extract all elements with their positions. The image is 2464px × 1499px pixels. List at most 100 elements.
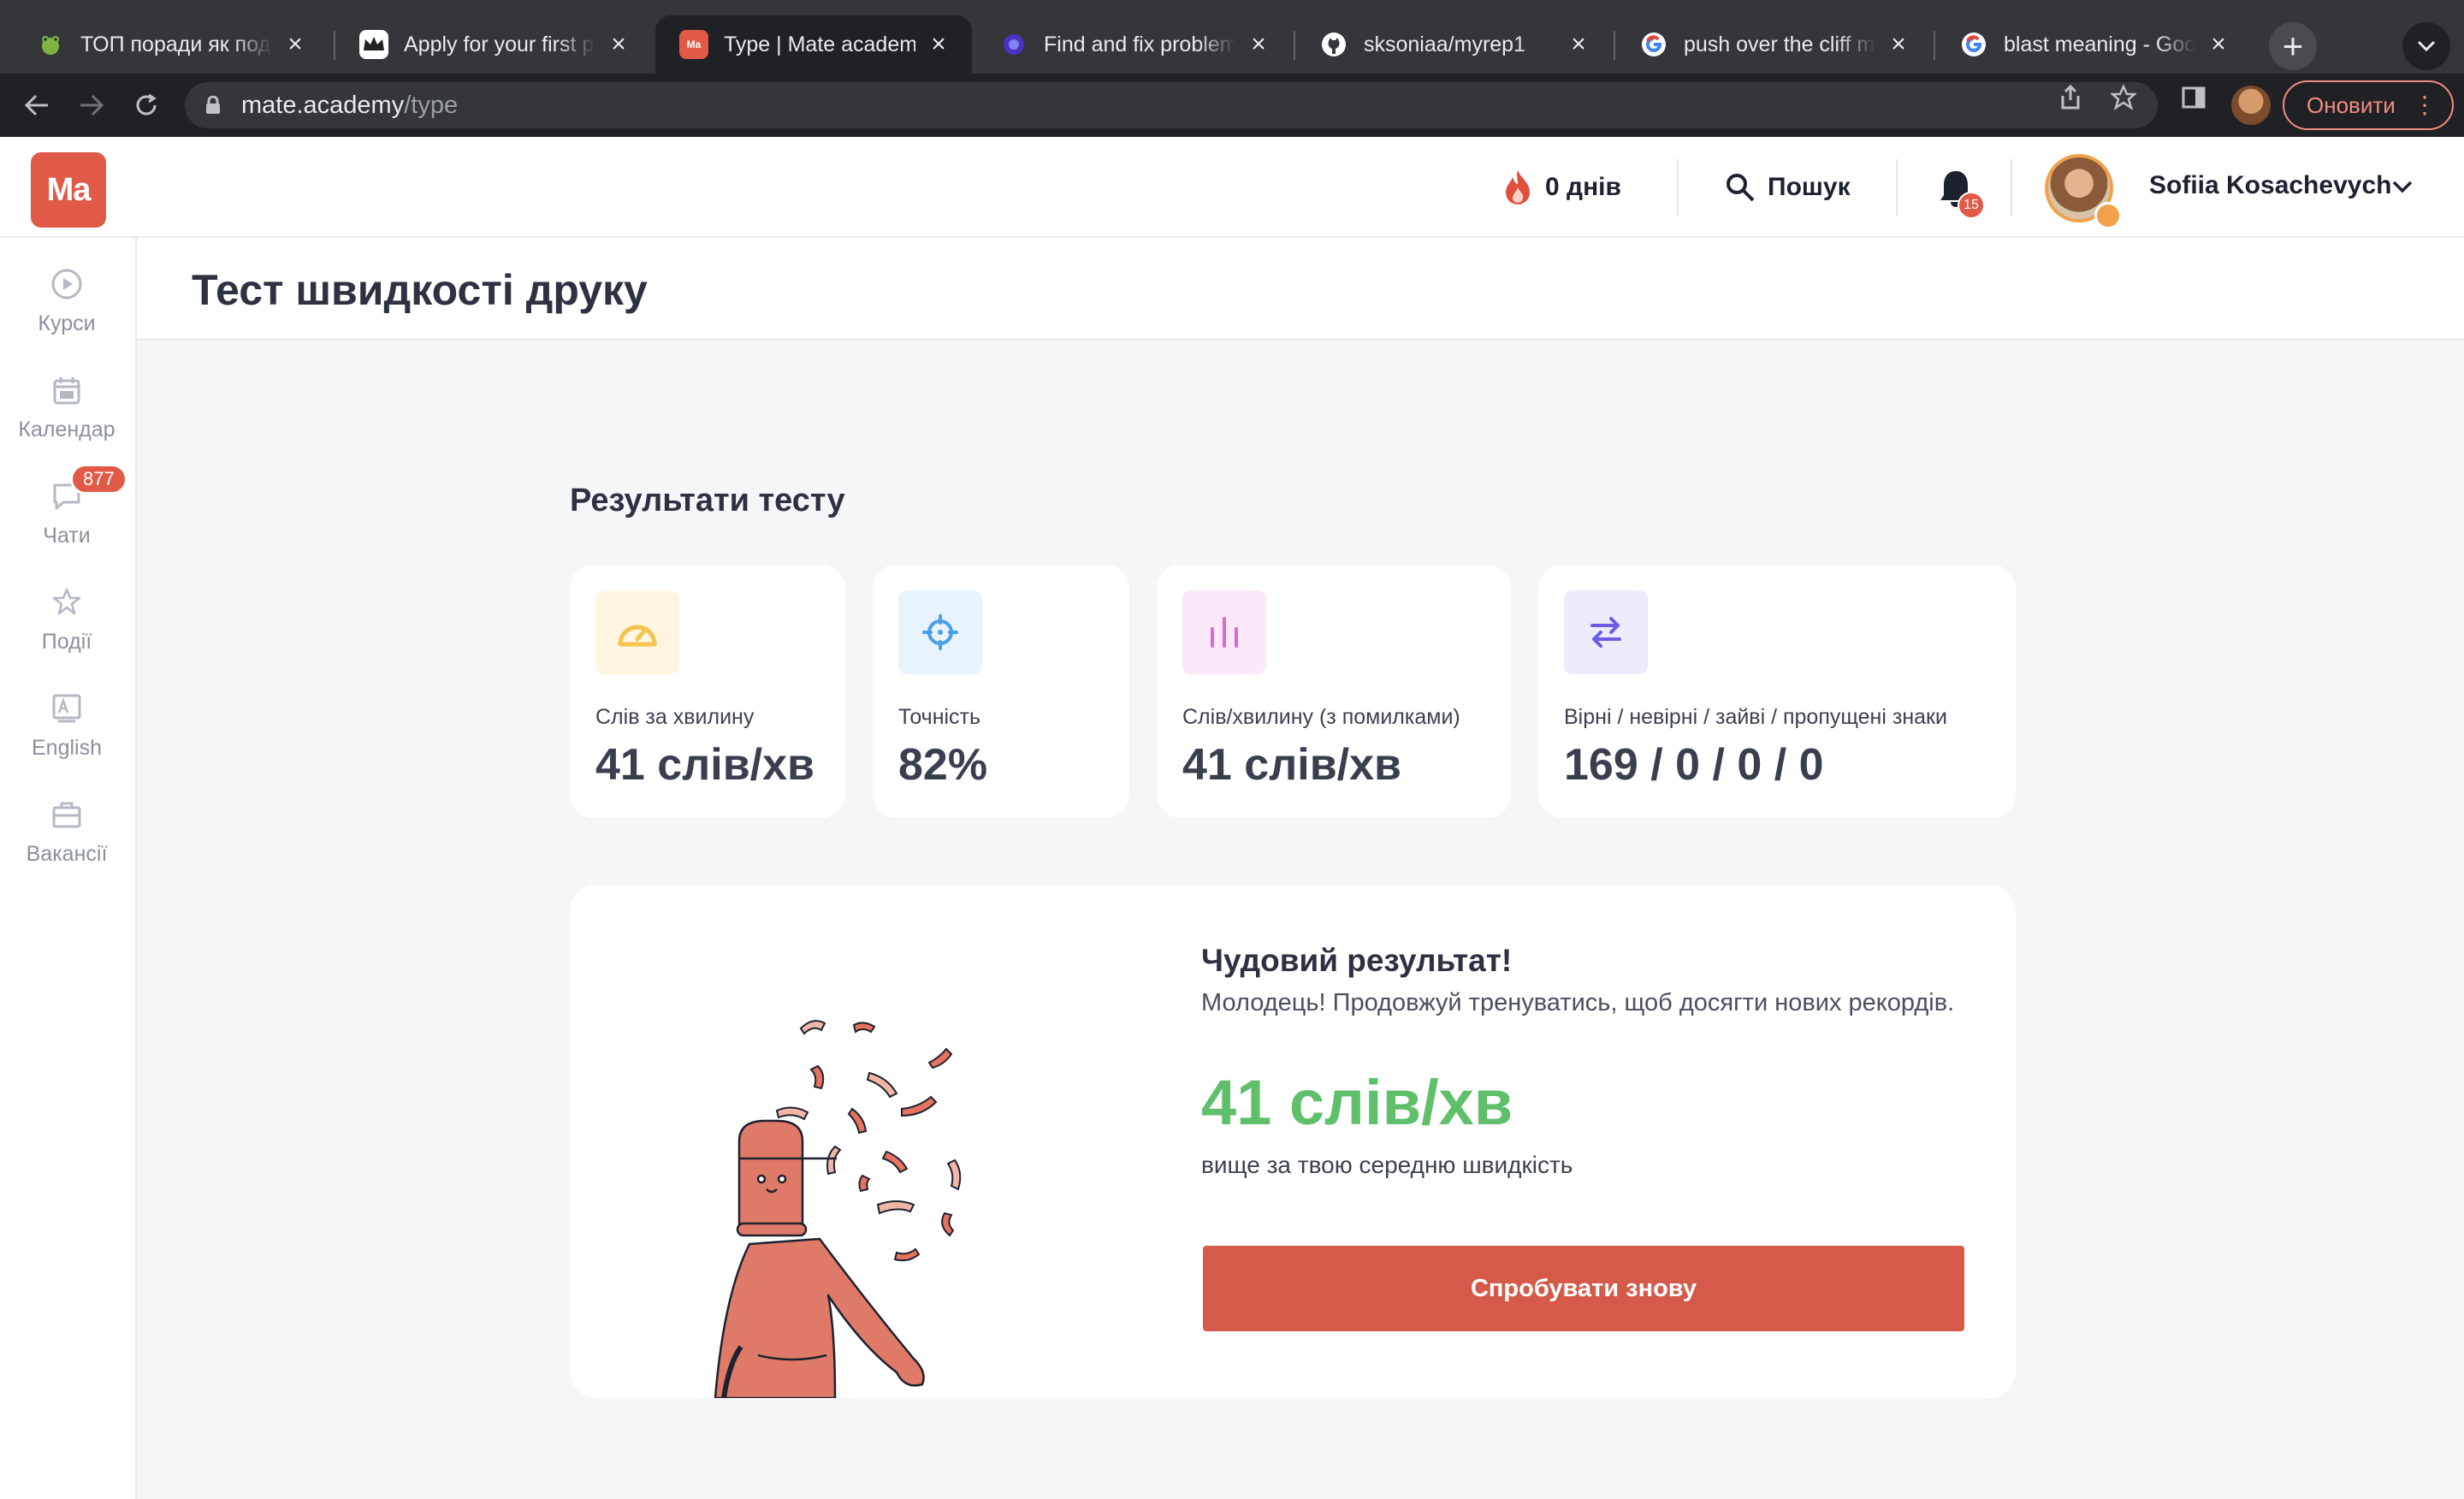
streak-label: 0 днів bbox=[1545, 173, 1621, 201]
bookmark-star-icon[interactable] bbox=[2110, 84, 2137, 111]
browser-tab-active[interactable]: Ma Type | Mate academy × bbox=[655, 15, 972, 74]
search-icon bbox=[1727, 174, 1755, 202]
url-host: mate.academy bbox=[241, 91, 405, 119]
english-icon bbox=[52, 694, 81, 723]
tab-title: blast meaning - Google Search bbox=[2004, 32, 2195, 56]
stat-label: Точність bbox=[898, 705, 981, 729]
tab-title: Apply for your first project bbox=[404, 32, 595, 56]
stat-card-wpm: Слів за хвилину 41 слів/хв bbox=[570, 565, 845, 818]
stat-value: 41 слів/хв bbox=[1182, 740, 1401, 790]
sidebar-item-label: Події bbox=[41, 630, 92, 654]
browser-tab[interactable]: sksoniaa/myrep1 × bbox=[1295, 15, 1612, 74]
sidebar-item-events[interactable]: Події bbox=[0, 573, 133, 667]
sidebar-item-label: Календар bbox=[18, 418, 116, 441]
profile-avatar[interactable] bbox=[2231, 86, 2271, 125]
tab-title: sksoniaa/myrep1 bbox=[1364, 32, 1525, 56]
more-vert-icon: ⋮ bbox=[2413, 92, 2437, 118]
reload-button[interactable] bbox=[127, 86, 166, 125]
result-heading: Чудовий результат! bbox=[1201, 943, 1513, 978]
try-again-button[interactable]: Спробувати знову bbox=[1203, 1246, 1964, 1331]
share-icon[interactable] bbox=[2057, 84, 2084, 111]
stat-label: Слів/хвилину (з помилками) bbox=[1182, 705, 1460, 729]
browser-tab[interactable]: push over the cliff meaning × bbox=[1615, 15, 1932, 74]
arrow-right-icon bbox=[80, 94, 104, 116]
stat-value: 41 слів/хв bbox=[595, 740, 814, 790]
close-tab-icon[interactable]: × bbox=[2206, 30, 2231, 59]
sidebar-item-label: Вакансії bbox=[26, 842, 108, 866]
results-title: Результати тесту bbox=[570, 483, 845, 518]
stat-label: Слів за хвилину bbox=[595, 705, 755, 729]
flame-icon bbox=[1506, 170, 1530, 204]
stat-label: Вірні / невірні / зайві / пропущені знак… bbox=[1564, 705, 1947, 729]
header-divider bbox=[1677, 159, 1679, 216]
crown-icon bbox=[359, 30, 388, 59]
update-label: Оновити bbox=[2307, 92, 2396, 118]
chats-unread-badge: 877 bbox=[70, 464, 127, 495]
frog-icon bbox=[36, 30, 65, 59]
browser-tab[interactable]: ТОП поради як подолати × bbox=[12, 15, 329, 74]
stat-value: 169 / 0 / 0 / 0 bbox=[1564, 740, 1824, 790]
browser-toolbar: mate.academy/type Оновити ⋮ bbox=[0, 74, 2464, 137]
forward-button[interactable] bbox=[72, 86, 111, 125]
page-title: Тест швидкості друку bbox=[192, 266, 648, 314]
avatar-badge bbox=[2094, 202, 2122, 229]
reload-icon bbox=[136, 93, 157, 116]
browser-tab[interactable]: Apply for your first project × bbox=[335, 15, 652, 74]
stat-card-characters: Вірні / невірні / зайві / пропущені знак… bbox=[1538, 565, 2016, 818]
target-icon bbox=[898, 590, 982, 674]
result-comparison: вище за твою середню швидкість bbox=[1201, 1152, 1573, 1178]
chevron-down-icon[interactable] bbox=[2390, 175, 2414, 198]
tab-title: push over the cliff meaning bbox=[1684, 32, 1875, 56]
sidebar: Курси Календар Чати 877 Події English Ва… bbox=[0, 238, 137, 1499]
tab-search-button[interactable] bbox=[2402, 22, 2450, 70]
calendar-icon bbox=[53, 377, 80, 405]
close-tab-icon[interactable]: × bbox=[606, 30, 631, 59]
chevron-down-icon bbox=[2417, 40, 2436, 52]
close-tab-icon[interactable]: × bbox=[1886, 30, 1911, 59]
github-icon bbox=[1319, 30, 1348, 59]
side-panel-icon[interactable] bbox=[2180, 84, 2207, 111]
search-button[interactable]: Пошук bbox=[1725, 166, 1851, 209]
eslint-icon bbox=[999, 30, 1028, 59]
sidebar-item-calendar[interactable]: Календар bbox=[0, 361, 133, 455]
page-header: Тест швидкості друку bbox=[137, 238, 2464, 341]
result-score: 41 слів/хв bbox=[1201, 1067, 1513, 1138]
sidebar-item-vacancies[interactable]: Вакансії bbox=[0, 785, 133, 880]
close-tab-icon[interactable]: × bbox=[282, 30, 308, 59]
header-divider bbox=[1896, 159, 1898, 216]
sidebar-item-courses[interactable]: Курси bbox=[0, 255, 133, 349]
stat-card-accuracy: Точність 82% bbox=[873, 565, 1129, 818]
browser-tab[interactable]: blast meaning - Google Search × bbox=[1935, 15, 2252, 74]
update-button[interactable]: Оновити ⋮ bbox=[2283, 80, 2454, 130]
lock-icon bbox=[206, 96, 220, 114]
tab-title: Type | Mate academy bbox=[724, 32, 915, 56]
user-name[interactable]: Sofiia Kosachevych bbox=[2149, 171, 2391, 200]
swap-arrows-icon bbox=[1564, 590, 1648, 674]
streak-counter[interactable]: 0 днів bbox=[1502, 166, 1621, 209]
browser-tab[interactable]: Find and fix problems × bbox=[975, 15, 1292, 74]
briefcase-icon bbox=[52, 802, 81, 828]
back-button[interactable] bbox=[17, 86, 56, 125]
close-tab-icon[interactable]: × bbox=[1246, 30, 1271, 59]
site-header: Ma 0 днів Пошук 15 Sofiia Kosachevych bbox=[0, 137, 2464, 238]
sidebar-item-label: English bbox=[32, 736, 102, 760]
arrow-left-icon bbox=[24, 94, 48, 116]
mate-academy-logo[interactable]: Ma bbox=[31, 152, 106, 228]
celebration-illustration bbox=[714, 1020, 962, 1398]
mate-academy-icon: Ma bbox=[679, 30, 708, 59]
search-label: Пошук bbox=[1768, 173, 1851, 201]
tab-title: Find and fix problems bbox=[1044, 32, 1235, 56]
new-tab-button[interactable]: + bbox=[2269, 22, 2317, 70]
sidebar-item-label: Курси bbox=[38, 311, 96, 335]
sidebar-item-english[interactable]: English bbox=[0, 679, 133, 773]
header-divider bbox=[2011, 159, 2012, 216]
result-card: Чудовий результат! Молодець! Продовжуй т… bbox=[570, 885, 2016, 1398]
star-icon bbox=[52, 588, 81, 615]
browser-tab-bar: ТОП поради як подолати × Apply for your … bbox=[0, 0, 2464, 74]
close-tab-icon[interactable]: × bbox=[1566, 30, 1591, 59]
sidebar-item-label: Чати bbox=[43, 524, 91, 548]
result-message: Молодець! Продовжуй тренуватись, щоб дос… bbox=[1201, 989, 1955, 1016]
address-bar[interactable]: mate.academy/type bbox=[185, 82, 2158, 128]
close-tab-icon[interactable]: × bbox=[926, 30, 951, 59]
google-icon bbox=[1959, 30, 1988, 59]
